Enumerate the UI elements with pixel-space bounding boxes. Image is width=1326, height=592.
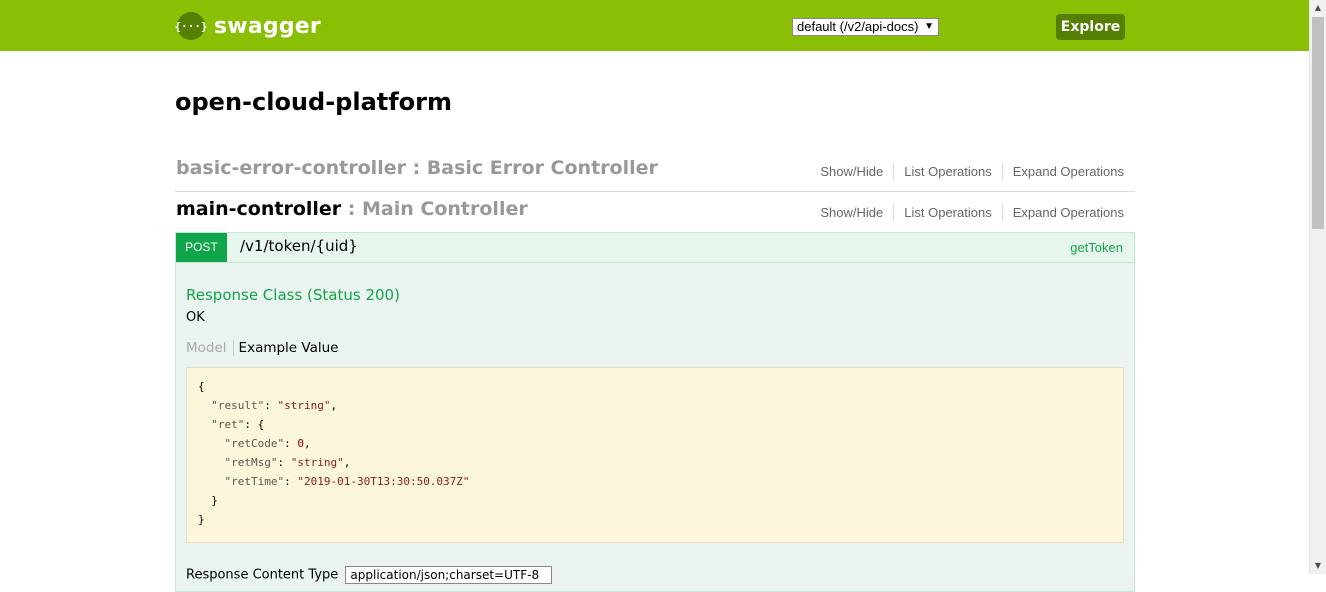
top-bar: {···} swagger default (/v2/api-docs) ▼ E… [0,0,1309,51]
tab-model[interactable]: Model [186,340,234,356]
swagger-logo[interactable]: {···} swagger [174,12,321,40]
dropdown-arrow-icon: ▼ [924,21,934,32]
example-value-json[interactable]: { "result": "string", "ret": { "retCode"… [186,367,1124,543]
resource-description: Basic Error Controller [426,157,658,179]
resource-name[interactable]: main-controller [176,198,341,220]
json-key: "ret" [211,418,245,431]
json-value: "string" [290,456,344,469]
api-title: open-cloud-platform [175,88,453,116]
expand-operations-link[interactable]: Expand Operations [1003,163,1124,180]
json-key: "retCode" [224,437,285,450]
resource-separator: : [341,198,363,220]
scroll-down-arrow-icon[interactable]: ▼ [1310,558,1326,574]
vertical-scrollbar[interactable]: ▲ ▼ [1309,0,1326,574]
swagger-logo-text: swagger [214,13,321,39]
resource-heading[interactable]: main-controller : Main Controller [176,198,528,220]
signature-tabs: Model Example Value [186,340,338,356]
response-message: OK [186,310,205,325]
operation-post-token: POST /v1/token/{uid} getToken Response C… [175,232,1135,592]
json-key: "result" [211,399,265,412]
operation-heading[interactable]: POST /v1/token/{uid} getToken [176,233,1134,263]
resource-divider [175,191,1135,192]
http-method-badge[interactable]: POST [176,233,227,262]
show-hide-link[interactable]: Show/Hide [810,163,895,180]
operation-path[interactable]: /v1/token/{uid} [240,237,358,255]
json-value: 0 [297,437,304,450]
response-content-type: Response Content Type application/json;c… [186,566,553,584]
swagger-logo-icon: {···} [174,12,208,40]
json-value: "2019-01-30T13:30:50.037Z" [297,475,470,488]
resource-name[interactable]: basic-error-controller [176,157,406,179]
response-content-type-select[interactable]: application/json;charset=UTF-8 [345,566,553,584]
list-operations-link[interactable]: List Operations [894,204,1003,221]
json-key: "retMsg" [224,456,278,469]
resource-description: Main Controller [362,198,528,220]
json-value: "string" [277,399,331,412]
resource-main-controller: main-controller : Main Controller Show/H… [175,193,1135,233]
resource-basic-error-controller: basic-error-controller : Basic Error Con… [175,152,1135,192]
scroll-up-arrow-icon[interactable]: ▲ [1310,0,1326,16]
explore-button[interactable]: Explore [1056,14,1125,40]
list-operations-link[interactable]: List Operations [894,163,1003,180]
response-content-type-label: Response Content Type [186,567,339,583]
response-class-heading: Response Class (Status 200) [186,286,400,304]
tab-example-value[interactable]: Example Value [234,340,339,356]
resource-separator: : [405,157,427,179]
show-hide-link[interactable]: Show/Hide [810,204,895,221]
api-spec-select[interactable]: default (/v2/api-docs) ▼ [792,18,939,36]
scrollbar-thumb[interactable] [1312,17,1324,229]
resource-operations: Show/Hide List Operations Expand Operati… [810,204,1124,221]
json-key: "retTime" [224,475,285,488]
expand-operations-link[interactable]: Expand Operations [1003,204,1124,221]
api-spec-select-value: default (/v2/api-docs) [797,19,919,34]
operation-nickname-link[interactable]: getToken [1070,240,1123,255]
resource-heading[interactable]: basic-error-controller : Basic Error Con… [176,157,658,179]
resource-operations: Show/Hide List Operations Expand Operati… [810,163,1124,180]
